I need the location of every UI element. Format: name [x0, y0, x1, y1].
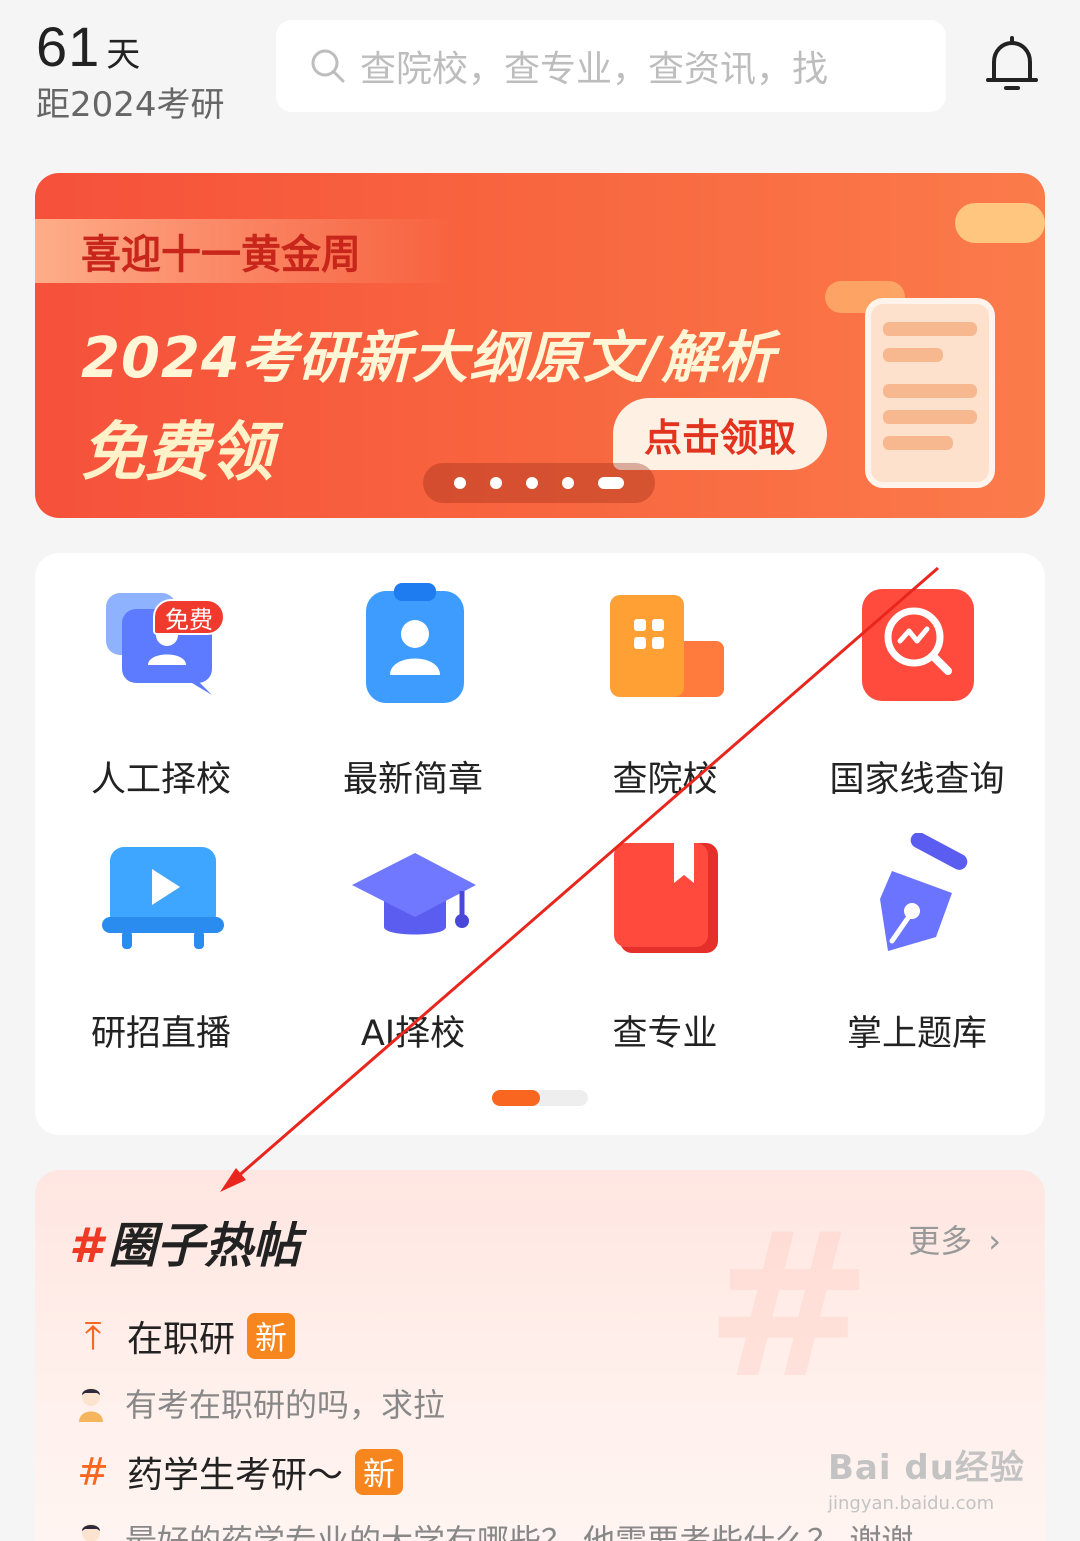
- carousel-indicator[interactable]: [423, 463, 655, 503]
- badge-id-icon: [348, 579, 478, 709]
- shortcut-grid: 免费 人工择校 最新简章 查院校 国家线查询 研招直播 AI择校 查专业 掌上题…: [35, 553, 1045, 1135]
- shortcut-latest-brochure[interactable]: 最新简章: [287, 579, 539, 802]
- exam-countdown[interactable]: 61 天 距2024考研: [36, 14, 225, 126]
- shortcut-ai-school-select[interactable]: AI择校: [287, 833, 539, 1056]
- search-placeholder: 查院校，查专业，查资讯，找: [360, 49, 829, 90]
- hash-watermark-icon: #: [705, 1190, 873, 1423]
- more-link[interactable]: 更多 ›: [908, 1216, 1001, 1262]
- shortcut-label: 研招直播: [90, 1014, 231, 1054]
- bell-icon[interactable]: [984, 36, 1040, 96]
- hash-icon: #: [77, 1450, 109, 1494]
- book-icon: [600, 833, 730, 963]
- shortcut-label: 掌上题库: [846, 1014, 987, 1054]
- post-text: 有考在职研的吗，求拉: [125, 1386, 446, 1424]
- chevron-right-icon: ›: [988, 1222, 1001, 1260]
- phone-illustration: [865, 298, 995, 488]
- graduation-cap-icon: [348, 833, 478, 963]
- carousel-dot[interactable]: [454, 477, 466, 489]
- shortcut-live[interactable]: 研招直播: [35, 833, 287, 1056]
- shortcut-national-line[interactable]: 国家线查询: [791, 579, 1043, 802]
- pen-icon: [852, 832, 982, 963]
- claim-button[interactable]: 点击领取: [613, 398, 827, 470]
- chart-search-icon: [852, 579, 982, 709]
- watermark-url: jingyan.baidu.com: [828, 1493, 995, 1514]
- shortcut-label: 查院校: [612, 760, 718, 800]
- hash-icon: #: [69, 1218, 103, 1274]
- new-badge: 新: [355, 1449, 404, 1495]
- banner-title: 2024考研新大纲原文/解析: [81, 326, 776, 391]
- shortcut-label: 国家线查询: [829, 760, 1005, 800]
- section-title-text: 圈子热帖: [108, 1218, 301, 1274]
- avatar: [79, 1388, 103, 1422]
- shortcut-question-bank[interactable]: 掌上题库: [791, 832, 1043, 1056]
- shortcut-search-schools[interactable]: 查院校: [539, 579, 791, 802]
- shortcut-label: 最新简章: [342, 760, 483, 800]
- top-arrow-icon: ⤒: [84, 1313, 102, 1358]
- free-badge: 免费: [153, 599, 225, 635]
- top-bar: 61 天 距2024考研 查院校，查专业，查资讯，找: [0, 0, 1080, 150]
- post-topic: 药学生考研～: [127, 1455, 344, 1496]
- promo-banner[interactable]: 喜迎十一黄金周 2024考研新大纲原文/解析 免费领 点击领取: [35, 173, 1045, 518]
- baidu-watermark: Bai du经验 jingyan.baidu.com: [828, 1440, 1025, 1514]
- carousel-dot[interactable]: [490, 477, 502, 489]
- search-input[interactable]: 查院校，查专业，查资讯，找: [276, 20, 946, 112]
- shortcut-label: 查专业: [612, 1014, 718, 1054]
- carousel-dot[interactable]: [562, 477, 574, 489]
- more-label: 更多: [908, 1222, 973, 1260]
- section-title: # 圈子热帖: [69, 1206, 300, 1276]
- shortcut-label: AI择校: [360, 1014, 466, 1054]
- post-text: 最好的药学专业的大学有哪些？ 他需要考些什么？ 谢谢: [125, 1522, 914, 1541]
- new-badge: 新: [247, 1313, 296, 1359]
- search-icon: [311, 49, 345, 83]
- banner-tag: 喜迎十一黄金周: [35, 219, 455, 283]
- countdown-days: 61: [36, 15, 101, 78]
- avatar: [82, 1524, 100, 1541]
- live-tv-icon: [96, 833, 226, 963]
- post-topic: 在职研: [127, 1319, 236, 1360]
- building-icon: [600, 579, 730, 709]
- banner-subtitle: 免费领: [81, 416, 273, 490]
- carousel-dot[interactable]: [526, 477, 538, 489]
- shortcut-search-majors[interactable]: 查专业: [539, 833, 791, 1056]
- grid-page-active: [492, 1090, 540, 1106]
- shortcut-label: 人工择校: [90, 760, 231, 800]
- watermark-brand: Bai du经验: [828, 1448, 1025, 1488]
- carousel-dot-active[interactable]: [598, 477, 624, 489]
- list-item[interactable]: ⤒ 在职研 新 有考在职研的吗，求拉: [75, 1310, 445, 1426]
- shortcut-manual-school-select[interactable]: 免费 人工择校: [35, 579, 287, 802]
- countdown-unit: 天: [106, 35, 141, 75]
- countdown-caption: 距2024考研: [36, 85, 225, 125]
- grid-page-indicator: [492, 1090, 588, 1106]
- list-item[interactable]: # 药学生考研～ 新 最好的药学专业的大学有哪些？ 他需要考些什么？ 谢谢: [75, 1446, 913, 1541]
- cloud-decoration: [955, 203, 1045, 243]
